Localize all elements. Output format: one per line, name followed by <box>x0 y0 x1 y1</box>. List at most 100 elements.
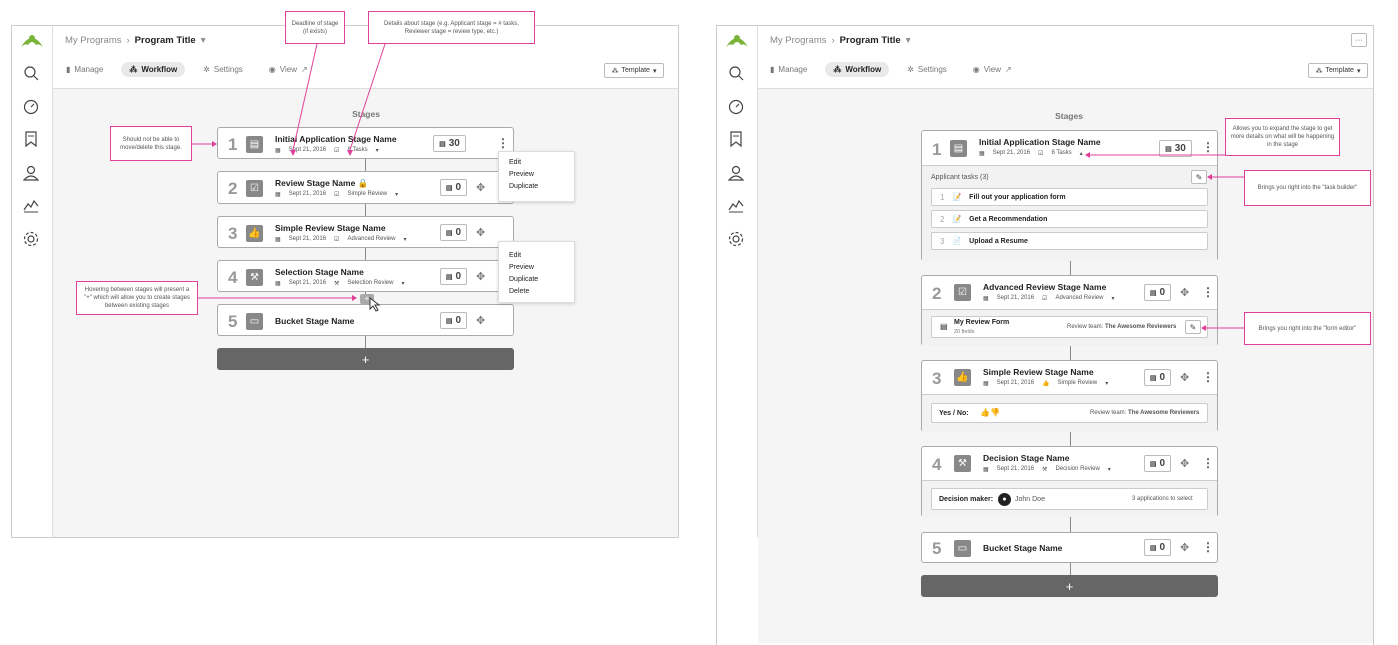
stage-detail[interactable]: 8 Tasks <box>347 147 367 154</box>
tab-manage[interactable]: ▮ Manage <box>762 62 815 77</box>
stage-count[interactable]: ▤ 0 <box>1144 369 1171 386</box>
edit-form-button[interactable]: ✎ <box>1185 320 1201 334</box>
move-icon[interactable]: ✥ <box>1180 371 1189 384</box>
tab-manage[interactable]: ▮ Manage <box>58 62 111 77</box>
user-icon[interactable] <box>23 165 39 181</box>
template-button[interactable]: ⁂ Template ▾ <box>1308 63 1368 78</box>
more-options-icon[interactable]: ⋮ <box>497 136 509 150</box>
stage-card[interactable]: 1 ▤ Initial Application Stage Name ▦ Sept… <box>217 127 514 159</box>
tab-settings[interactable]: ✲ Settings <box>899 62 955 77</box>
chart-icon[interactable] <box>728 197 744 213</box>
move-icon[interactable]: ✥ <box>1180 286 1189 299</box>
user-icon[interactable] <box>728 165 744 181</box>
stage-card[interactable]: 2 ☑ Review Stage Name 🔒 ▦ Sept 21, 2016 ☑ S… <box>217 171 514 204</box>
stage-card[interactable]: 5 ▭ Bucket Stage Name ▤ 0 ✥ <box>217 304 514 336</box>
menu-item-edit[interactable]: Edit <box>509 250 564 262</box>
search-icon[interactable] <box>728 65 744 81</box>
more-button[interactable]: ··· <box>1351 33 1367 47</box>
tab-workflow[interactable]: ⁂ Workflow <box>825 62 890 77</box>
task-item[interactable]: 2 📝 Get a Recommendation <box>931 210 1208 228</box>
stage-count[interactable]: ▤ 0 <box>440 268 467 285</box>
stage-count[interactable]: ▤ 0 <box>1144 455 1171 472</box>
stage-detail[interactable]: 8 Tasks <box>1051 150 1071 157</box>
move-icon[interactable]: ✥ <box>476 226 485 239</box>
stage-count[interactable]: ▤ 0 <box>440 312 467 329</box>
stage-detail[interactable]: Simple Review <box>1058 380 1098 387</box>
stage-detail[interactable]: Simple Review <box>347 191 387 198</box>
dashboard-icon[interactable] <box>23 99 39 115</box>
chevron-up-icon[interactable]: ▴ <box>1080 150 1083 157</box>
menu-item-duplicate[interactable]: Duplicate <box>509 181 564 193</box>
chart-icon[interactable] <box>23 197 39 213</box>
bookmark-icon[interactable] <box>23 131 39 147</box>
breadcrumb-root[interactable]: My Programs <box>770 35 826 46</box>
bookmark-icon[interactable] <box>728 131 744 147</box>
move-icon[interactable]: ✥ <box>1180 541 1189 554</box>
settings-icon[interactable] <box>23 231 39 247</box>
tab-view[interactable]: ◉ View ↗ <box>965 62 1020 77</box>
breadcrumb-root[interactable]: My Programs <box>65 35 121 46</box>
move-icon[interactable]: ✥ <box>476 314 485 327</box>
stage-card-expanded[interactable]: 4 ⚒ Decision Stage Name ▦ Sept 21, 2016 ⚒ D… <box>921 446 1218 517</box>
settings-icon[interactable] <box>728 231 744 247</box>
menu-item-delete[interactable]: Delete <box>509 286 564 298</box>
stage-detail[interactable]: Advanced Review <box>347 236 395 243</box>
more-options-icon[interactable]: ⋮ <box>1202 140 1214 154</box>
chevron-down-icon[interactable]: ▾ <box>201 35 206 46</box>
stage-name: Initial Application Stage Name <box>979 137 1101 147</box>
move-icon[interactable]: ✥ <box>476 270 485 283</box>
move-icon[interactable]: ✥ <box>1180 457 1189 470</box>
chevron-down-icon: ▾ <box>652 67 657 75</box>
template-button[interactable]: ⁂ Template ▾ <box>604 63 664 78</box>
dashboard-icon[interactable] <box>728 99 744 115</box>
menu-item-preview[interactable]: Preview <box>509 262 564 274</box>
breadcrumb-current[interactable]: Program Title <box>135 35 196 46</box>
stage-card[interactable]: 5 ▭ Bucket Stage Name ▤ 0 ✥ ⋮ <box>921 532 1218 563</box>
document-icon: ▤ <box>445 273 453 281</box>
more-options-icon[interactable]: ⋮ <box>1202 540 1214 554</box>
tab-view[interactable]: ◉ View ↗ <box>261 62 316 77</box>
stage-count[interactable]: ▤ 30 <box>433 135 466 152</box>
stage-card[interactable]: 3 👍 Simple Review Stage Name ▦ Sept 21, 2… <box>217 216 514 248</box>
stage-count-value: 30 <box>1174 143 1186 154</box>
more-options-icon[interactable]: ⋮ <box>1202 285 1214 299</box>
stage-count[interactable]: ▤ 0 <box>440 224 467 241</box>
move-icon[interactable]: ✥ <box>476 181 485 194</box>
stage-count-value: 0 <box>1159 372 1166 383</box>
more-options-icon[interactable]: ⋮ <box>1202 456 1214 470</box>
more-options-icon[interactable]: ⋮ <box>1202 370 1214 384</box>
tab-settings[interactable]: ✲ Settings <box>195 62 251 77</box>
stage-count[interactable]: ▤ 0 <box>440 179 467 196</box>
stage-detail[interactable]: Decision Review <box>1055 466 1099 473</box>
stage-card[interactable]: 4 ⚒ Selection Stage Name ▦ Sept 21, 2016 ⚒… <box>217 260 514 292</box>
edit-tasks-button[interactable]: ✎ <box>1191 170 1207 184</box>
breadcrumb-current[interactable]: Program Title <box>840 35 901 46</box>
chevron-down-icon[interactable]: ▾ <box>906 35 911 46</box>
add-stage-button[interactable]: + <box>217 348 514 370</box>
stage-detail[interactable]: Selection Review <box>347 280 393 287</box>
stage-number: 5 <box>932 539 942 558</box>
task-item[interactable]: 1 📝 Fill out your application form <box>931 188 1208 206</box>
decision-maker-row[interactable]: Decision maker: ● John Doe 3 application… <box>931 488 1208 510</box>
stage-card-expanded[interactable]: 2 ☑ Advanced Review Stage Name ▦ Sept 21,… <box>921 275 1218 346</box>
tab-workflow[interactable]: ⁂ Workflow <box>121 62 186 77</box>
tab-label: Workflow <box>141 65 178 74</box>
yes-no-row[interactable]: Yes / No: 👍👎 Review team: The Awesome Re… <box>931 403 1208 423</box>
menu-item-preview[interactable]: Preview <box>509 169 564 181</box>
menu-item-duplicate[interactable]: Duplicate <box>509 274 564 286</box>
stage-card-expanded[interactable]: 3 👍 Simple Review Stage Name ▦ Sept 21, 2… <box>921 360 1218 432</box>
stage-card-expanded[interactable]: 1 ▤ Initial Application Stage Name ▦ Sept… <box>921 130 1218 261</box>
stage-count[interactable]: ▤ 0 <box>1144 539 1171 556</box>
breadcrumb-separator: › <box>126 34 130 46</box>
review-form-row[interactable]: ▤ My Review Form 20 fields Review team: … <box>931 316 1208 338</box>
menu-item-edit[interactable]: Edit <box>509 157 564 169</box>
stage-detail[interactable]: Advanced Review <box>1055 295 1103 302</box>
stage-connector <box>365 159 366 171</box>
add-stage-button[interactable]: + <box>921 575 1218 597</box>
chevron-down-icon: ▾ <box>401 281 405 287</box>
calendar-icon: ▦ <box>983 296 989 302</box>
search-icon[interactable] <box>23 65 39 81</box>
task-item[interactable]: 3 📄 Upload a Resume <box>931 232 1208 250</box>
stage-count[interactable]: ▤ 0 <box>1144 284 1171 301</box>
stage-count[interactable]: ▤ 30 <box>1159 140 1192 157</box>
